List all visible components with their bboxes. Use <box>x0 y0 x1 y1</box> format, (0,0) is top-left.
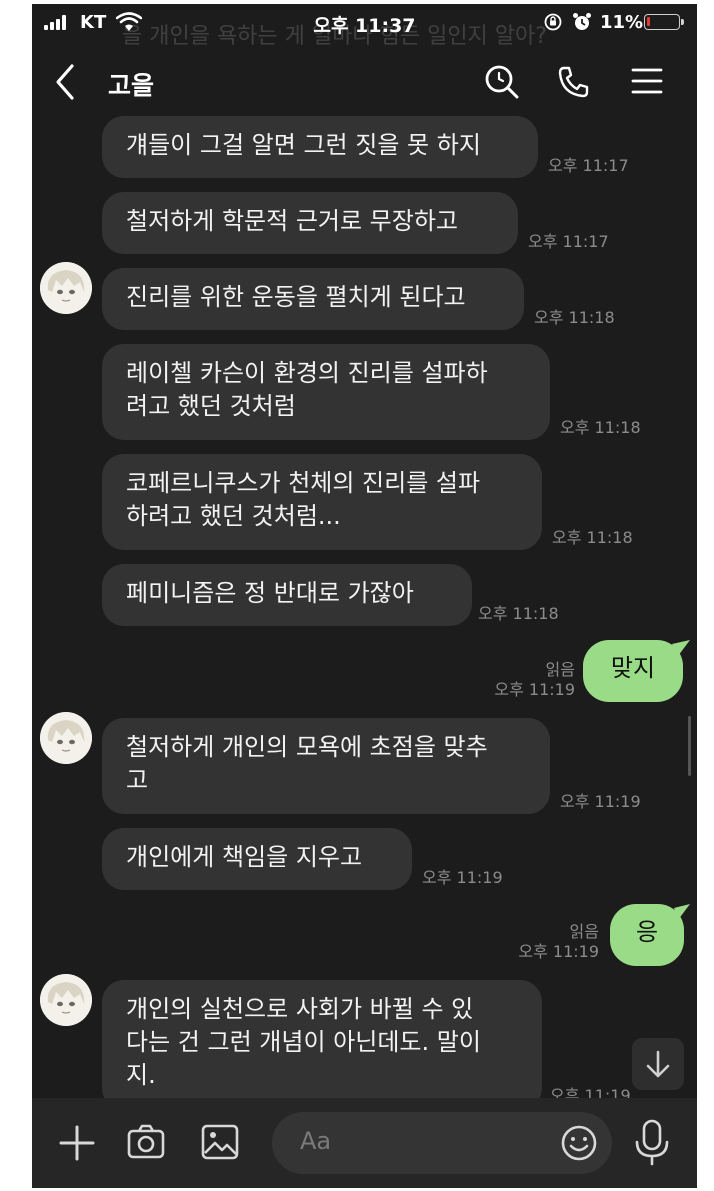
message-input-placeholder: Aa <box>300 1127 332 1155</box>
bubble-tail <box>672 640 690 656</box>
message-time: 오후 11:19 <box>494 680 575 699</box>
message-text: 개인에게 책임을 지우고 <box>126 843 363 871</box>
message-bubble[interactable]: 진리를 위한 운동을 펼치게 된다고 <box>102 268 524 330</box>
my-message-bubble[interactable]: 맞지 <box>583 640 683 702</box>
message-text: 진리를 위한 운동을 펼치게 된다고 <box>126 283 466 311</box>
chat-messages: 걔들이 그걸 알면 그런 짓을 못 하지 오후 11:17 철저하게 학문적 근… <box>32 116 697 1110</box>
message-bubble[interactable]: 페미니즘은 정 반대로 가잖아 <box>102 564 472 626</box>
message-text-line: 코페르니쿠스가 천체의 진리를 설파 <box>126 469 481 497</box>
alarm-icon <box>573 13 591 30</box>
message-time: 오후 11:19 <box>422 868 503 887</box>
phone-icon[interactable] <box>556 64 592 100</box>
search-icon[interactable] <box>484 64 520 100</box>
message-text: 걔들이 그걸 알면 그런 짓을 못 하지 <box>126 131 481 159</box>
message-text: 페미니즘은 정 반대로 가잖아 <box>126 579 414 607</box>
message-bubble[interactable]: 철저하게 학문적 근거로 무장하고 <box>102 192 518 254</box>
image-icon[interactable] <box>200 1122 240 1162</box>
message-text-line: 려고 했던 것처럼 <box>126 392 296 420</box>
avatar-illustration <box>40 712 92 764</box>
message-time: 오후 11:19 <box>560 792 641 811</box>
scroll-down-button[interactable] <box>632 1038 684 1090</box>
message-time: 오후 11:17 <box>548 156 629 175</box>
mic-icon[interactable] <box>632 1118 672 1166</box>
avatar[interactable] <box>40 262 92 314</box>
battery-percent: 11% <box>600 12 644 33</box>
emoji-icon[interactable] <box>560 1124 598 1162</box>
message-text-line: 고 <box>126 766 149 794</box>
bubble-tail <box>674 904 690 920</box>
message-bubble[interactable]: 코페르니쿠스가 천체의 진리를 설파 하려고 했던 것처럼... <box>102 454 542 550</box>
chat-header: 고을 <box>32 44 697 120</box>
message-bubble[interactable]: 개인에게 책임을 지우고 <box>102 828 412 890</box>
message-time: 오후 11:19 <box>518 942 599 961</box>
avatar-illustration <box>40 262 92 314</box>
message-text: 응 <box>635 918 659 946</box>
message-text-line: 다는 건 그런 개념이 아닌데도. 말이 <box>126 1028 481 1056</box>
avatar[interactable] <box>40 712 92 764</box>
message-text-line: 지. <box>126 1061 156 1089</box>
message-time: 오후 11:18 <box>560 418 641 437</box>
message-text-line: 하려고 했던 것처럼... <box>126 502 341 530</box>
message-text-line: 개인의 실천으로 사회가 바뀔 수 있 <box>126 995 474 1023</box>
battery-icon <box>644 14 684 30</box>
message-time: 오후 11:18 <box>534 308 615 327</box>
message-bubble[interactable]: 레이첼 카슨이 환경의 진리를 설파하 려고 했던 것처럼 <box>102 344 550 440</box>
chat-title[interactable]: 고을 <box>108 66 154 102</box>
message-bubble[interactable]: 철저하게 개인의 모욕에 초점을 맞추 고 <box>102 718 550 814</box>
message-text: 맞지 <box>610 654 656 682</box>
message-bubble[interactable]: 걔들이 그걸 알면 그런 짓을 못 하지 <box>102 116 538 178</box>
my-message-bubble[interactable]: 응 <box>610 904 684 966</box>
menu-icon[interactable] <box>630 64 664 98</box>
message-time: 오후 11:18 <box>478 604 559 623</box>
camera-icon[interactable] <box>126 1122 166 1162</box>
message-bubble[interactable]: 개인의 실천으로 사회가 바뀔 수 있 다는 건 그런 개념이 아닌데도. 말이… <box>102 980 542 1110</box>
avatar-illustration <box>40 974 92 1026</box>
scroll-down-icon <box>646 1050 670 1078</box>
input-bar: Aa <box>32 1098 697 1188</box>
message-time: 오후 11:17 <box>528 232 609 251</box>
message-text-line: 철저하게 개인의 모욕에 초점을 맞추 <box>126 733 488 761</box>
message-text-line: 레이첼 카슨이 환경의 진리를 설파하 <box>126 359 488 387</box>
phone-screen: KT 오후 11:37 11% 을 개인을 욕하는 게 얼마나 힘든 일인지 알… <box>32 4 697 1188</box>
back-icon[interactable] <box>52 62 80 102</box>
message-input[interactable]: Aa <box>272 1112 612 1174</box>
message-time: 오후 11:18 <box>552 528 633 547</box>
message-text: 철저하게 학문적 근거로 무장하고 <box>126 207 459 235</box>
scrollbar[interactable] <box>688 716 691 776</box>
plus-icon[interactable] <box>58 1124 96 1162</box>
avatar[interactable] <box>40 974 92 1026</box>
